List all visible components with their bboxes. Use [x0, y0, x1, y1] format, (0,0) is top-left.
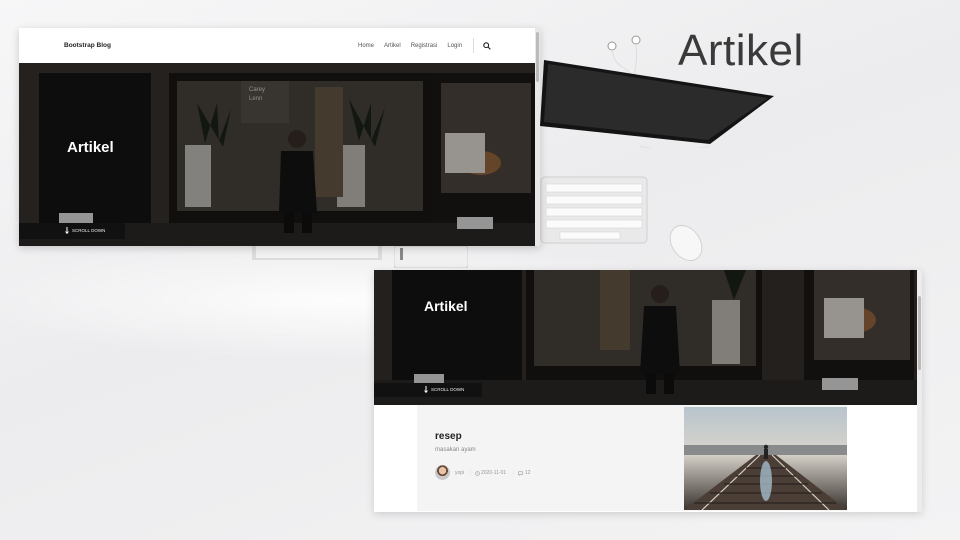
- post-thumbnail[interactable]: [684, 407, 847, 510]
- nav-home[interactable]: Home: [358, 43, 374, 49]
- hero-banner: Artikel SCROLL DOWN: [374, 270, 917, 405]
- mouse-image: [669, 224, 703, 262]
- nav-divider: [473, 38, 474, 53]
- post-subtitle: masakan ayam: [435, 447, 476, 453]
- monitor-image: [540, 60, 774, 148]
- post-date: 2020-11-01: [481, 470, 507, 476]
- meta-divider: |: [513, 470, 515, 476]
- scrollbar-thumb[interactable]: [918, 296, 921, 370]
- meta-divider: |: [470, 470, 472, 476]
- nav-menu: Home Artikel Registrasi Login: [358, 43, 462, 49]
- scroll-down-label: SCROLL DOWN: [431, 387, 465, 392]
- post-comment-count: 12: [525, 470, 531, 476]
- clock-icon: [475, 471, 480, 476]
- keyboard-image: [540, 176, 648, 244]
- post-card[interactable]: resep masakan ayam yopi | 2020-11-01 | 1…: [417, 405, 847, 511]
- nav-registrasi[interactable]: Registrasi: [411, 43, 438, 49]
- hero-banner: Carey Lenn Artikel SCROLL DOWN: [19, 63, 535, 246]
- hero-title: Artikel: [424, 298, 468, 314]
- tablet-image: [252, 244, 382, 260]
- comment-icon: [518, 471, 523, 476]
- railroad-image: [684, 407, 847, 510]
- scrollbar-thumb[interactable]: [536, 32, 539, 82]
- screenshot-blog-home: Bootstrap Blog Home Artikel Registrasi L…: [19, 28, 540, 246]
- scrollbar[interactable]: [917, 270, 922, 512]
- navbar: Bootstrap Blog Home Artikel Registrasi L…: [19, 28, 540, 64]
- scroll-down-button[interactable]: SCROLL DOWN: [374, 383, 482, 397]
- author-avatar: [435, 465, 450, 480]
- hero-title: Artikel: [67, 139, 114, 156]
- search-icon[interactable]: [483, 42, 491, 50]
- nav-artikel[interactable]: Artikel: [384, 43, 401, 49]
- brand-logo[interactable]: Bootstrap Blog: [64, 42, 111, 49]
- nav-login[interactable]: Login: [447, 43, 462, 49]
- arrow-down-icon: [424, 386, 428, 393]
- scrollbar[interactable]: [535, 28, 540, 246]
- phone-image: [394, 246, 468, 268]
- screenshot-artikel-page: Artikel SCROLL DOWN resep masakan ayam y…: [374, 270, 922, 512]
- arrow-down-icon: [65, 227, 69, 234]
- scroll-down-label: SCROLL DOWN: [72, 228, 106, 233]
- scroll-down-button[interactable]: SCROLL DOWN: [19, 223, 125, 239]
- post-title[interactable]: resep: [435, 431, 462, 442]
- post-author[interactable]: yopi: [455, 470, 464, 476]
